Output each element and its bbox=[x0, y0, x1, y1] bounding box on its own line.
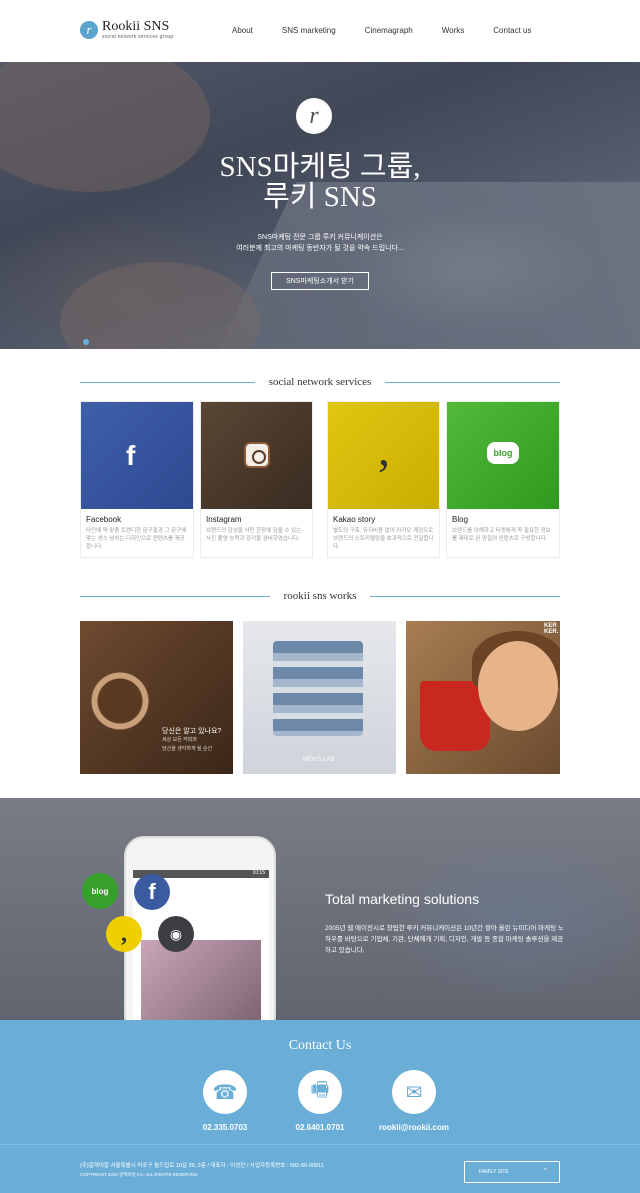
sns-card-blog[interactable]: blog Blog 브랜드를 이해하고 타겟에게 꼭 필요한 정보를 제대로 된… bbox=[446, 401, 560, 558]
fax-icon: 🖷 bbox=[298, 1070, 342, 1114]
character-image bbox=[478, 641, 558, 731]
nav-about[interactable]: About bbox=[232, 26, 253, 35]
marketing-section: 10:15 blog f , ◉ Total marketing solutio… bbox=[0, 798, 640, 1020]
instagram-bubble-icon: ◉ bbox=[158, 916, 194, 952]
logo[interactable]: r Rookii SNS social network services gro… bbox=[80, 20, 173, 40]
folded-shirts-image bbox=[273, 641, 363, 736]
marketing-description: 2005년 웹 에이전시로 창립한 루키 커뮤니케이션은 10년간 쌓아 올린 … bbox=[325, 925, 564, 954]
work-item-kerker[interactable]: KER KER. bbox=[406, 621, 560, 774]
sns-card-facebook[interactable]: f Facebook 타인에 딱 맞춤 트랜디한 문구들과 그 문구에 맞는 센… bbox=[80, 401, 194, 558]
kakao-story-icon: , bbox=[378, 423, 390, 476]
marketing-title: Total marketing solutions bbox=[325, 891, 480, 907]
contact-phone[interactable]: ☎ 02.335.0703 bbox=[175, 1070, 275, 1132]
works-section-title: rookii sns works bbox=[80, 590, 561, 602]
slider-dot[interactable] bbox=[83, 339, 89, 345]
hero-title: SNS마케팅 그룹, 루키 SNS bbox=[219, 151, 421, 213]
hero-logo-icon: r bbox=[296, 98, 332, 134]
header: r Rookii SNS social network services gro… bbox=[0, 0, 640, 62]
mail-icon: ✉ bbox=[392, 1070, 436, 1114]
smartphone-image: 10:15 bbox=[124, 836, 276, 1020]
work-caption: 당신은 알고 있나요? 세상 모든 커피와 당신을 생각하게 될 순간 bbox=[162, 728, 222, 752]
main-nav: About SNS marketing Cinemagraph Works Co… bbox=[232, 26, 532, 35]
telephone-icon: ☎ bbox=[203, 1070, 247, 1114]
contact-section: Contact Us ☎ 02.335.0703 🖷 02.6401.0701 … bbox=[0, 1020, 640, 1144]
contact-title: Contact Us bbox=[288, 1038, 352, 1053]
footer-copyright: COPYRIGHT 2016 알케이알 Inc. ALL RIGHTS RESE… bbox=[80, 1172, 199, 1177]
hero-banner: r SNS마케팅 그룹, 루키 SNS SNS마케팅 전문 그룹 루키 커뮤니케… bbox=[0, 62, 640, 349]
sns-card-kakao-story[interactable]: , Kakao story 별도의 구축, 유지비용 없이 카카오 계정으로 브… bbox=[327, 401, 440, 558]
nav-works[interactable]: Works bbox=[442, 26, 465, 35]
logo-subtitle: social network services group bbox=[102, 34, 174, 40]
sns-section-title: social network services bbox=[80, 376, 561, 388]
blog-icon: blog bbox=[487, 442, 519, 464]
facebook-bubble-icon: f bbox=[134, 874, 170, 910]
chevron-up-icon: ^ bbox=[544, 1168, 547, 1174]
kakao-bubble-icon: , bbox=[106, 916, 142, 952]
download-brochure-button[interactable]: SNS마케팅소개서 받기 bbox=[271, 272, 369, 290]
sns-card-instagram[interactable]: Instagram 브랜드의 감성을 사진 한장에 담을 수 있는 사진 촬영 … bbox=[200, 401, 313, 558]
work-item-mens-lab[interactable]: MEN'S LAB bbox=[243, 621, 396, 774]
work-item-coffee[interactable]: 당신은 알고 있나요? 세상 모든 커피와 당신을 생각하게 될 순간 bbox=[80, 621, 233, 774]
footer: (주)알게이알 서울특별시 마포구 월드컵로 10길 39, 2층 / 대표자 … bbox=[0, 1144, 640, 1193]
logo-name: Rookii SNS bbox=[102, 19, 170, 34]
logo-mark-icon: r bbox=[80, 21, 98, 39]
blog-bubble-icon: blog bbox=[82, 873, 118, 909]
nav-contact-us[interactable]: Contact us bbox=[493, 26, 531, 35]
contact-email[interactable]: ✉ rookii@rookii.com bbox=[364, 1070, 464, 1132]
facebook-icon: f bbox=[126, 440, 136, 471]
contact-fax[interactable]: 🖷 02.6401.0701 bbox=[270, 1070, 370, 1132]
nav-cinemagraph[interactable]: Cinemagraph bbox=[365, 26, 413, 35]
instagram-icon bbox=[244, 442, 270, 468]
hero-description: SNS마케팅 전문 그룹 루키 커뮤니케이션은 여러분께 최고의 마케팅 동반자… bbox=[236, 234, 404, 252]
nav-sns-marketing[interactable]: SNS marketing bbox=[282, 26, 336, 35]
family-site-select[interactable]: FAMILY SITE ^ bbox=[464, 1161, 560, 1183]
footer-address: (주)알게이알 서울특별시 마포구 월드컵로 10길 39, 2층 / 대표자 … bbox=[80, 1163, 324, 1169]
